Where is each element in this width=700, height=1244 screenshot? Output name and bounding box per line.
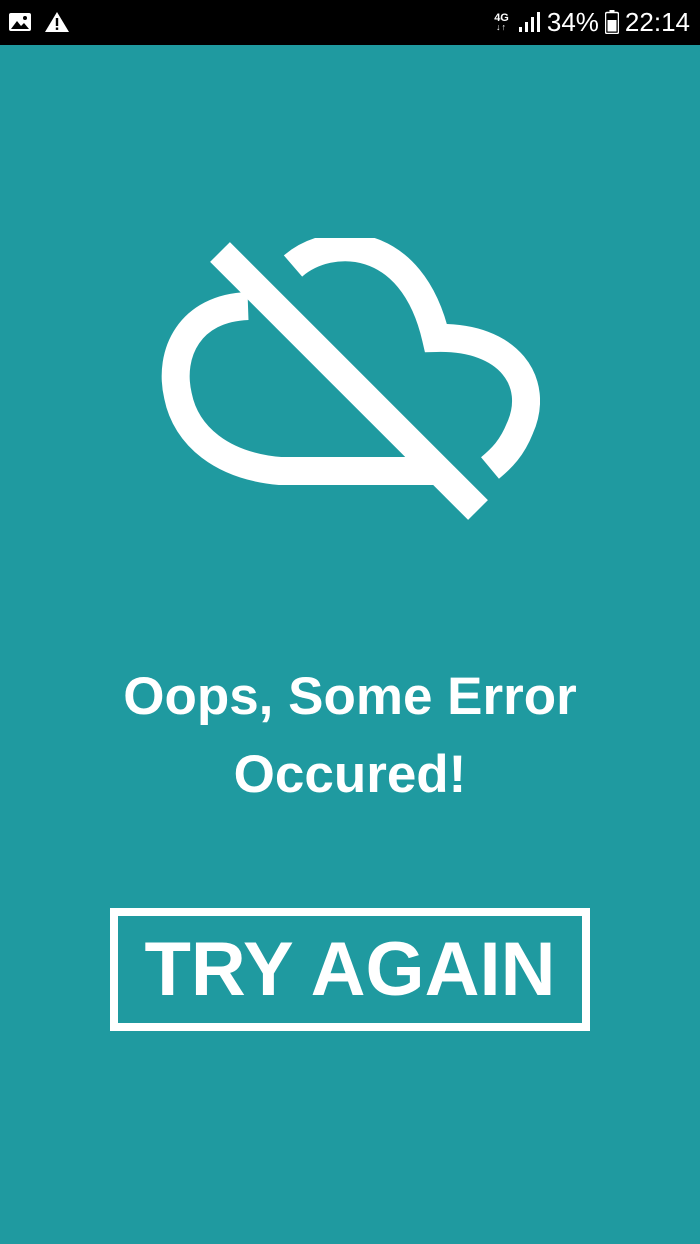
battery-percent: 34%: [546, 7, 599, 37]
warning-icon: [44, 11, 70, 33]
network-type-indicator: 4G ↓↑: [494, 11, 509, 32]
error-message-line2: Occured!: [233, 745, 467, 804]
cloud-off-icon: [160, 238, 540, 522]
gallery-icon: [8, 12, 32, 32]
clock: 22:14: [624, 7, 690, 37]
error-message: Oops, Some Error Occured!: [0, 658, 700, 814]
network-activity-arrows: ↓↑: [496, 21, 508, 32]
try-again-button[interactable]: TRY AGAIN: [110, 908, 590, 1031]
error-message-line1: Oops, Some Error: [123, 667, 577, 726]
status-bar-left: [8, 8, 70, 36]
status-bar-right: 4G ↓↑ 34% 22:14: [494, 6, 690, 38]
battery-icon: [604, 10, 619, 34]
signal-bars-icon: [517, 11, 541, 33]
network-type-label: 4G: [494, 11, 509, 24]
status-bar: 4G ↓↑ 34% 22:14: [0, 0, 700, 45]
